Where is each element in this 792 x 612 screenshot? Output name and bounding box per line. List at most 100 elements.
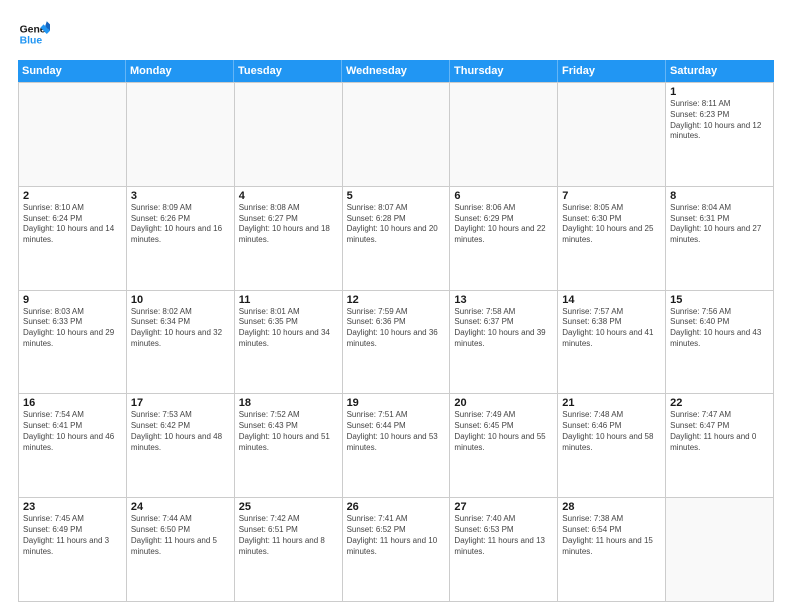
calendar-cell: 19Sunrise: 7:51 AM Sunset: 6:44 PM Dayli… bbox=[343, 394, 451, 498]
calendar-cell: 18Sunrise: 7:52 AM Sunset: 6:43 PM Dayli… bbox=[235, 394, 343, 498]
calendar-cell: 15Sunrise: 7:56 AM Sunset: 6:40 PM Dayli… bbox=[666, 291, 774, 395]
calendar-cell: 17Sunrise: 7:53 AM Sunset: 6:42 PM Dayli… bbox=[127, 394, 235, 498]
day-number: 26 bbox=[347, 501, 446, 513]
calendar-cell: 5Sunrise: 8:07 AM Sunset: 6:28 PM Daylig… bbox=[343, 187, 451, 291]
weekday-header: Thursday bbox=[450, 60, 558, 82]
logo: General Blue bbox=[18, 18, 50, 50]
calendar-cell: 23Sunrise: 7:45 AM Sunset: 6:49 PM Dayli… bbox=[19, 498, 127, 602]
day-info: Sunrise: 8:11 AM Sunset: 6:23 PM Dayligh… bbox=[670, 99, 769, 142]
day-number: 1 bbox=[670, 86, 769, 98]
day-info: Sunrise: 8:06 AM Sunset: 6:29 PM Dayligh… bbox=[454, 203, 553, 246]
header: General Blue bbox=[18, 18, 774, 50]
day-info: Sunrise: 7:54 AM Sunset: 6:41 PM Dayligh… bbox=[23, 410, 122, 453]
day-info: Sunrise: 8:10 AM Sunset: 6:24 PM Dayligh… bbox=[23, 203, 122, 246]
calendar-cell: 25Sunrise: 7:42 AM Sunset: 6:51 PM Dayli… bbox=[235, 498, 343, 602]
day-info: Sunrise: 8:08 AM Sunset: 6:27 PM Dayligh… bbox=[239, 203, 338, 246]
day-info: Sunrise: 7:44 AM Sunset: 6:50 PM Dayligh… bbox=[131, 514, 230, 557]
calendar-cell: 21Sunrise: 7:48 AM Sunset: 6:46 PM Dayli… bbox=[558, 394, 666, 498]
calendar-cell: 13Sunrise: 7:58 AM Sunset: 6:37 PM Dayli… bbox=[450, 291, 558, 395]
weekday-header: Tuesday bbox=[234, 60, 342, 82]
day-info: Sunrise: 8:04 AM Sunset: 6:31 PM Dayligh… bbox=[670, 203, 769, 246]
day-number: 5 bbox=[347, 190, 446, 202]
calendar-cell bbox=[127, 83, 235, 187]
weekday-header: Saturday bbox=[666, 60, 774, 82]
weekday-header: Monday bbox=[126, 60, 234, 82]
day-info: Sunrise: 7:42 AM Sunset: 6:51 PM Dayligh… bbox=[239, 514, 338, 557]
day-info: Sunrise: 7:53 AM Sunset: 6:42 PM Dayligh… bbox=[131, 410, 230, 453]
day-number: 16 bbox=[23, 397, 122, 409]
day-number: 17 bbox=[131, 397, 230, 409]
calendar-row: 23Sunrise: 7:45 AM Sunset: 6:49 PM Dayli… bbox=[19, 498, 774, 602]
day-info: Sunrise: 8:01 AM Sunset: 6:35 PM Dayligh… bbox=[239, 307, 338, 350]
weekday-header: Wednesday bbox=[342, 60, 450, 82]
calendar-cell: 4Sunrise: 8:08 AM Sunset: 6:27 PM Daylig… bbox=[235, 187, 343, 291]
calendar-cell: 22Sunrise: 7:47 AM Sunset: 6:47 PM Dayli… bbox=[666, 394, 774, 498]
day-number: 15 bbox=[670, 294, 769, 306]
day-info: Sunrise: 7:38 AM Sunset: 6:54 PM Dayligh… bbox=[562, 514, 661, 557]
day-info: Sunrise: 7:58 AM Sunset: 6:37 PM Dayligh… bbox=[454, 307, 553, 350]
day-info: Sunrise: 7:48 AM Sunset: 6:46 PM Dayligh… bbox=[562, 410, 661, 453]
calendar-cell: 20Sunrise: 7:49 AM Sunset: 6:45 PM Dayli… bbox=[450, 394, 558, 498]
day-number: 4 bbox=[239, 190, 338, 202]
calendar-row: 2Sunrise: 8:10 AM Sunset: 6:24 PM Daylig… bbox=[19, 187, 774, 291]
day-number: 8 bbox=[670, 190, 769, 202]
day-info: Sunrise: 7:52 AM Sunset: 6:43 PM Dayligh… bbox=[239, 410, 338, 453]
day-info: Sunrise: 7:40 AM Sunset: 6:53 PM Dayligh… bbox=[454, 514, 553, 557]
day-info: Sunrise: 7:57 AM Sunset: 6:38 PM Dayligh… bbox=[562, 307, 661, 350]
day-info: Sunrise: 7:51 AM Sunset: 6:44 PM Dayligh… bbox=[347, 410, 446, 453]
calendar-row: 16Sunrise: 7:54 AM Sunset: 6:41 PM Dayli… bbox=[19, 394, 774, 498]
day-number: 14 bbox=[562, 294, 661, 306]
day-number: 7 bbox=[562, 190, 661, 202]
calendar: SundayMondayTuesdayWednesdayThursdayFrid… bbox=[18, 60, 774, 602]
day-number: 21 bbox=[562, 397, 661, 409]
calendar-cell bbox=[666, 498, 774, 602]
day-number: 27 bbox=[454, 501, 553, 513]
calendar-row: 9Sunrise: 8:03 AM Sunset: 6:33 PM Daylig… bbox=[19, 291, 774, 395]
calendar-cell bbox=[19, 83, 127, 187]
day-info: Sunrise: 8:05 AM Sunset: 6:30 PM Dayligh… bbox=[562, 203, 661, 246]
calendar-cell: 27Sunrise: 7:40 AM Sunset: 6:53 PM Dayli… bbox=[450, 498, 558, 602]
day-number: 19 bbox=[347, 397, 446, 409]
day-info: Sunrise: 7:49 AM Sunset: 6:45 PM Dayligh… bbox=[454, 410, 553, 453]
calendar-cell: 3Sunrise: 8:09 AM Sunset: 6:26 PM Daylig… bbox=[127, 187, 235, 291]
day-number: 12 bbox=[347, 294, 446, 306]
calendar-row: 1Sunrise: 8:11 AM Sunset: 6:23 PM Daylig… bbox=[19, 83, 774, 187]
day-info: Sunrise: 8:03 AM Sunset: 6:33 PM Dayligh… bbox=[23, 307, 122, 350]
day-number: 11 bbox=[239, 294, 338, 306]
day-number: 23 bbox=[23, 501, 122, 513]
calendar-cell: 7Sunrise: 8:05 AM Sunset: 6:30 PM Daylig… bbox=[558, 187, 666, 291]
calendar-cell: 26Sunrise: 7:41 AM Sunset: 6:52 PM Dayli… bbox=[343, 498, 451, 602]
calendar-cell: 8Sunrise: 8:04 AM Sunset: 6:31 PM Daylig… bbox=[666, 187, 774, 291]
day-info: Sunrise: 8:09 AM Sunset: 6:26 PM Dayligh… bbox=[131, 203, 230, 246]
calendar-cell bbox=[450, 83, 558, 187]
calendar-cell bbox=[235, 83, 343, 187]
calendar-cell: 12Sunrise: 7:59 AM Sunset: 6:36 PM Dayli… bbox=[343, 291, 451, 395]
calendar-cell: 9Sunrise: 8:03 AM Sunset: 6:33 PM Daylig… bbox=[19, 291, 127, 395]
day-info: Sunrise: 7:56 AM Sunset: 6:40 PM Dayligh… bbox=[670, 307, 769, 350]
calendar-header: SundayMondayTuesdayWednesdayThursdayFrid… bbox=[18, 60, 774, 82]
day-info: Sunrise: 7:45 AM Sunset: 6:49 PM Dayligh… bbox=[23, 514, 122, 557]
calendar-cell: 2Sunrise: 8:10 AM Sunset: 6:24 PM Daylig… bbox=[19, 187, 127, 291]
day-number: 28 bbox=[562, 501, 661, 513]
day-number: 3 bbox=[131, 190, 230, 202]
day-number: 9 bbox=[23, 294, 122, 306]
day-number: 10 bbox=[131, 294, 230, 306]
calendar-body: 1Sunrise: 8:11 AM Sunset: 6:23 PM Daylig… bbox=[18, 82, 774, 602]
day-info: Sunrise: 8:07 AM Sunset: 6:28 PM Dayligh… bbox=[347, 203, 446, 246]
svg-text:Blue: Blue bbox=[20, 36, 43, 47]
day-number: 22 bbox=[670, 397, 769, 409]
day-number: 6 bbox=[454, 190, 553, 202]
day-number: 20 bbox=[454, 397, 553, 409]
day-info: Sunrise: 8:02 AM Sunset: 6:34 PM Dayligh… bbox=[131, 307, 230, 350]
calendar-cell: 28Sunrise: 7:38 AM Sunset: 6:54 PM Dayli… bbox=[558, 498, 666, 602]
weekday-header: Sunday bbox=[18, 60, 126, 82]
calendar-cell: 14Sunrise: 7:57 AM Sunset: 6:38 PM Dayli… bbox=[558, 291, 666, 395]
logo-icon: General Blue bbox=[18, 18, 50, 50]
page: General Blue SundayMondayTuesdayWednesda… bbox=[0, 0, 792, 612]
day-number: 25 bbox=[239, 501, 338, 513]
day-number: 13 bbox=[454, 294, 553, 306]
day-number: 18 bbox=[239, 397, 338, 409]
day-info: Sunrise: 7:41 AM Sunset: 6:52 PM Dayligh… bbox=[347, 514, 446, 557]
day-number: 24 bbox=[131, 501, 230, 513]
day-info: Sunrise: 7:59 AM Sunset: 6:36 PM Dayligh… bbox=[347, 307, 446, 350]
